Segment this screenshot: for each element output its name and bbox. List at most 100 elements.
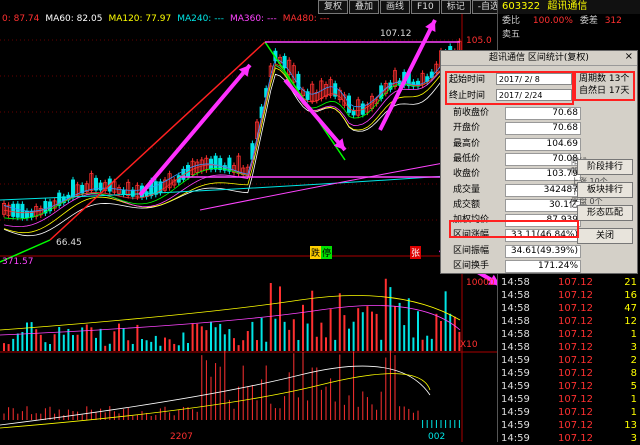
tick-time: 14:59 bbox=[501, 394, 530, 405]
tick-row: 14:59 107.12 1 bbox=[498, 406, 640, 419]
stat-label: 最低价 bbox=[453, 153, 481, 164]
tick-row: 14:59 107.12 2 bbox=[498, 354, 640, 367]
tick-row: 14:59 107.12 13 bbox=[498, 419, 640, 432]
tick-vol: 13 bbox=[624, 420, 637, 431]
candle-body bbox=[20, 203, 25, 219]
stage-ranking-button[interactable]: 阶段排行 bbox=[577, 159, 633, 175]
ma-line bbox=[3, 67, 460, 237]
tick-row: 14:58 107.12 21 bbox=[498, 276, 640, 289]
stat-label: 开盘价 bbox=[453, 123, 481, 134]
draw-line-button[interactable]: 画线 bbox=[380, 0, 411, 14]
low-price-label: 66.45 bbox=[56, 238, 82, 248]
period-highlight-box bbox=[574, 71, 635, 101]
tick-vol: 1 bbox=[630, 407, 637, 418]
sell5-label: 卖五 bbox=[502, 30, 521, 40]
candle-body bbox=[15, 203, 20, 218]
tick-vol: 5 bbox=[630, 381, 637, 392]
candle-body bbox=[213, 155, 218, 170]
candle-body bbox=[121, 189, 126, 195]
stat-row: 前收盘价 70.68 bbox=[453, 107, 581, 120]
volume-axis-label: 10000 bbox=[466, 278, 495, 288]
interval-stats-dialog: 超讯通信 区间统计(复权) × 起始时间 终止时间 周期数 13个 自然日 17… bbox=[440, 50, 638, 274]
trend-line bbox=[49, 41, 266, 241]
tick-list[interactable]: 14:58 107.12 21 14:58 107.12 16 14:58 107.12 47 1… bbox=[498, 276, 640, 445]
tick-row: 14:58 107.12 47 bbox=[498, 302, 640, 315]
tick-price: 107.12 bbox=[558, 316, 593, 327]
stock-header: 603322 超讯通信 bbox=[498, 0, 640, 14]
sector-ranking-button[interactable]: 板块排行 bbox=[577, 182, 633, 198]
tick-row: 14:59 107.12 1 bbox=[498, 393, 640, 406]
tick-time: 14:58 bbox=[501, 329, 530, 340]
weibi-value: 100.00% bbox=[532, 16, 573, 26]
ma-legend-item: MA480: --- bbox=[282, 14, 330, 24]
kline-chart[interactable] bbox=[0, 0, 497, 442]
tick-time: 14:59 bbox=[501, 368, 530, 379]
stock-name: 超讯通信 bbox=[547, 1, 588, 12]
macd-line bbox=[0, 365, 431, 426]
tick-price: 107.12 bbox=[558, 420, 593, 431]
macd-right-label: 002 bbox=[428, 432, 446, 442]
stat-value: 171.24% bbox=[505, 260, 581, 273]
tick-price: 107.12 bbox=[558, 381, 593, 392]
stat-label: 最高价 bbox=[453, 138, 481, 149]
tick-vol: 21 bbox=[624, 277, 637, 288]
tick-time: 14:59 bbox=[501, 420, 530, 431]
tick-time: 14:58 bbox=[501, 277, 530, 288]
tick-vol: 3 bbox=[630, 433, 637, 444]
dialog-title: 超讯通信 区间统计(复权) bbox=[441, 51, 637, 66]
candle-body bbox=[24, 210, 29, 219]
stock-code: 603322 bbox=[502, 1, 541, 12]
stat-label: 成交额 bbox=[453, 199, 481, 210]
candle-body bbox=[296, 73, 301, 90]
stat-row: 收盘价 103.79 bbox=[453, 168, 581, 182]
ma-legend: 0: 87.74 MA60: 82.05 MA120: 77.97 MA240: --… bbox=[2, 14, 335, 26]
stat-row: 成交量 342487 bbox=[453, 183, 581, 197]
tick-time: 14:58 bbox=[501, 290, 530, 301]
tick-time: 14:59 bbox=[501, 407, 530, 418]
stat-value: 103.79 bbox=[505, 168, 581, 182]
fuquan-button[interactable]: 复权 bbox=[318, 0, 349, 14]
stat-label: 区间换手 bbox=[453, 261, 490, 271]
overlay-button[interactable]: 叠加 bbox=[349, 0, 380, 14]
tick-time: 14:58 bbox=[501, 342, 530, 353]
stat-row: 区间换手 171.24% bbox=[453, 260, 581, 273]
stat-row: 成交额 30.1亿 bbox=[453, 198, 581, 212]
macd-value-label: 2207 bbox=[170, 432, 193, 442]
volume-value-label: 371.57 bbox=[2, 257, 34, 267]
mark-button[interactable]: 标记 bbox=[440, 0, 471, 14]
tick-vol: 47 bbox=[624, 303, 637, 314]
tick-row: 14:59 107.12 3 bbox=[498, 432, 640, 445]
close-button[interactable]: 关闭 bbox=[577, 228, 633, 244]
weicha-value: 312 bbox=[604, 16, 622, 26]
tick-vol: 1 bbox=[630, 394, 637, 405]
tick-time: 14:59 bbox=[501, 433, 530, 444]
ma-legend-item: MA60: 82.05 bbox=[45, 14, 103, 24]
gain-highlight-box bbox=[449, 220, 579, 238]
candle-body bbox=[11, 203, 16, 217]
tick-row: 14:58 107.12 16 bbox=[498, 289, 640, 302]
ma-legend-item: 0: 87.74 bbox=[2, 14, 40, 24]
tick-row: 14:58 107.12 3 bbox=[498, 341, 640, 354]
close-icon[interactable]: × bbox=[625, 51, 633, 62]
tick-vol: 16 bbox=[624, 290, 637, 301]
volume-multiplier-label: X10 bbox=[460, 340, 478, 350]
tick-price: 107.12 bbox=[558, 342, 593, 353]
stat-value: 104.69 bbox=[505, 137, 581, 151]
stat-label: 成交量 bbox=[453, 184, 481, 195]
ting-marker: 停 bbox=[321, 246, 333, 259]
stat-label: 前收盘价 bbox=[453, 108, 490, 118]
tick-time: 14:59 bbox=[501, 355, 530, 366]
annotation-arrow bbox=[138, 63, 252, 197]
stat-value: 30.1亿 bbox=[505, 198, 581, 212]
f10-button[interactable]: F10 bbox=[411, 0, 440, 14]
stat-value: 342487 bbox=[505, 183, 581, 197]
stat-value: 70.08 bbox=[505, 152, 581, 166]
tick-price: 107.12 bbox=[558, 290, 593, 301]
stat-label: 收盘价 bbox=[453, 169, 481, 180]
tick-price: 107.12 bbox=[558, 368, 593, 379]
tick-price: 107.12 bbox=[558, 433, 593, 444]
stat-label: 区间振幅 bbox=[453, 245, 490, 256]
pattern-match-button[interactable]: 形态匹配 bbox=[577, 205, 633, 221]
candle-body bbox=[71, 179, 76, 198]
stat-row: 最高价 104.69 bbox=[453, 137, 581, 151]
